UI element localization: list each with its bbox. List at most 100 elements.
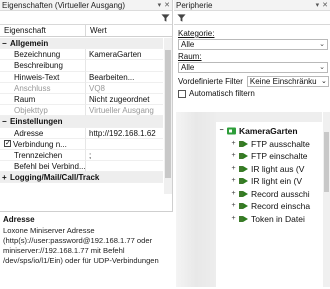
property-name: Adresse — [0, 127, 86, 139]
column-header-value[interactable]: Wert — [86, 25, 172, 36]
category-dropdown-value: Alle — [181, 40, 195, 49]
tree-item-label: Token in Datei — [251, 214, 305, 224]
peripherie-panel-titlebar: Peripherie ▾ ✕ — [174, 0, 330, 11]
tree-item[interactable]: + Record einscha — [230, 200, 310, 212]
expand-icon[interactable]: + — [230, 175, 237, 187]
expand-icon[interactable]: + — [230, 200, 237, 212]
verbindung-checkbox[interactable]: ✓ — [4, 140, 11, 148]
property-value[interactable]: KameraGarten — [86, 49, 163, 61]
chevron-down-icon: ⌄ — [319, 64, 325, 71]
category-label: Einstellungen — [10, 117, 63, 127]
tree-item[interactable]: + FTP einschalte — [230, 150, 308, 162]
predefined-filter-dropdown[interactable]: Keine Einschränku ⌄ — [246, 76, 329, 87]
auto-filter-row[interactable]: Automatisch filtern — [174, 88, 330, 99]
category-row-allgemein[interactable]: − Allgemein — [0, 38, 163, 50]
predefined-filter-label: Vordefinierte Filter — [178, 77, 243, 86]
property-value[interactable] — [86, 161, 163, 173]
property-row-befehl-bei-verbindung[interactable]: Befehl bei Verbind... — [0, 161, 163, 173]
property-row-bezeichnung[interactable]: Bezeichnung KameraGarten — [0, 49, 163, 61]
peripherie-panel-title: Peripherie — [176, 1, 213, 10]
command-arrow-icon — [239, 166, 248, 172]
property-name: Trennzeichen — [0, 149, 86, 162]
auto-filter-checkbox[interactable] — [178, 89, 186, 98]
tree-item-label: Record einscha — [251, 201, 311, 211]
property-value: Virtueller Ausgang — [86, 105, 163, 117]
panel-close-button[interactable]: ✕ — [322, 0, 328, 10]
tree-item[interactable]: + IR light ein (V — [230, 175, 302, 187]
tree-group-label: KameraGarten — [239, 126, 298, 136]
property-name: Raum — [0, 93, 86, 106]
property-row-verbindung[interactable]: ✓ Verbindung n... — [0, 138, 163, 150]
tree-item-label: FTP einschalte — [251, 151, 308, 161]
properties-grid-header: Eigenschaft Wert — [0, 25, 172, 37]
tree-scrollbar[interactable] — [323, 112, 330, 287]
tree-blurred-area — [176, 112, 216, 287]
properties-scrollbar-thumb[interactable] — [165, 50, 171, 178]
properties-panel-title: Eigenschaften (Virtueller Ausgang) — [2, 1, 126, 10]
properties-panel-titlebar: Eigenschaften (Virtueller Ausgang) ▾ ✕ — [0, 0, 172, 11]
chevron-down-icon: ⌄ — [319, 41, 325, 48]
tree-item[interactable]: + FTP ausschalte — [230, 138, 309, 150]
filter-icon[interactable] — [177, 13, 186, 23]
command-arrow-icon — [239, 153, 248, 159]
property-row-trennzeichen[interactable]: Trennzeichen ; — [0, 149, 163, 162]
properties-grid: − Allgemein Bezeichnung KameraGarten Besc… — [0, 38, 163, 184]
property-row-raum[interactable]: Raum Nicht zugeordnet — [0, 93, 163, 106]
property-value[interactable]: Bearbeiten... — [86, 72, 163, 83]
properties-panel: Eigenschaften (Virtueller Ausgang) ▾ ✕ E… — [0, 0, 173, 289]
tree-item[interactable]: + IR light aus (V — [230, 163, 304, 175]
category-row-logging[interactable]: + Logging/Mail/Call/Track — [0, 172, 163, 184]
room-dropdown-value: Alle — [181, 63, 195, 72]
category-label: Kategorie: — [174, 29, 330, 39]
expand-icon[interactable]: + — [230, 213, 237, 225]
panel-menu-button[interactable]: ▾ — [158, 0, 162, 10]
expand-icon[interactable]: + — [230, 163, 237, 175]
property-value[interactable]: http://192.168.1.62 — [86, 127, 163, 139]
description-pane: Adresse Loxone Miniserver Adresse (http(… — [0, 211, 173, 289]
property-name: Beschreibung — [0, 60, 86, 72]
panel-menu-button[interactable]: ▾ — [316, 0, 320, 10]
tree-item[interactable]: + Record ausschi — [230, 188, 309, 200]
property-row-objekttyp: Objekttyp Virtueller Ausgang — [0, 105, 163, 117]
command-arrow-icon — [239, 178, 248, 184]
command-arrow-icon — [239, 216, 248, 222]
tree-item[interactable]: + Token in Datei — [230, 213, 305, 225]
peripherie-search-input[interactable] — [189, 11, 330, 24]
collapse-icon[interactable]: − — [218, 125, 225, 137]
expand-icon[interactable]: + — [230, 138, 237, 150]
category-row-einstellungen[interactable]: − Einstellungen — [0, 116, 163, 128]
room-label-text: Raum: — [178, 52, 202, 61]
room-label: Raum: — [174, 52, 330, 62]
virtual-output-icon — [227, 127, 236, 135]
description-line: miniserver://192.168.1.77 mit Befehl — [3, 246, 125, 255]
properties-search-input[interactable] — [3, 11, 161, 24]
column-header-property[interactable]: Eigenschaft — [0, 25, 86, 36]
description-title: Adresse — [3, 215, 35, 224]
expand-icon[interactable]: + — [2, 172, 10, 182]
property-value[interactable]: Nicht zugeordnet — [86, 94, 163, 106]
tree-item-label: IR light ein (V — [251, 176, 303, 186]
property-value[interactable] — [86, 139, 163, 150]
property-row-beschreibung[interactable]: Beschreibung — [0, 60, 163, 72]
property-row-adresse[interactable]: Adresse http://192.168.1.62 — [0, 127, 163, 139]
description-line: /dev/sps/io/l1/Ein) oder für UDP-Verbind… — [3, 256, 159, 265]
property-name: Bezeichnung — [0, 49, 86, 61]
property-name: Objekttyp — [0, 105, 86, 117]
collapse-icon[interactable]: − — [2, 38, 10, 48]
collapse-icon[interactable]: − — [2, 116, 10, 126]
property-value[interactable]: ; — [86, 150, 163, 162]
expand-icon[interactable]: + — [230, 150, 237, 162]
panel-close-button[interactable]: ✕ — [164, 0, 170, 10]
room-dropdown[interactable]: Alle ⌄ — [178, 62, 328, 73]
tree-group-kamera-garten[interactable]: − KameraGarten — [218, 125, 298, 137]
property-row-hinweis-text[interactable]: Hinweis-Text Bearbeiten... — [0, 71, 163, 83]
predefined-filter-row: Vordefinierte Filter Keine Einschränku ⌄ — [174, 75, 330, 88]
command-arrow-icon — [239, 203, 248, 209]
property-value[interactable] — [86, 60, 163, 72]
properties-scrollbar[interactable] — [164, 38, 172, 194]
expand-icon[interactable]: + — [230, 188, 237, 200]
filter-icon[interactable] — [161, 13, 170, 23]
tree-scrollbar-thumb[interactable] — [324, 132, 329, 192]
command-arrow-icon — [239, 191, 248, 197]
category-dropdown[interactable]: Alle ⌄ — [178, 39, 328, 50]
